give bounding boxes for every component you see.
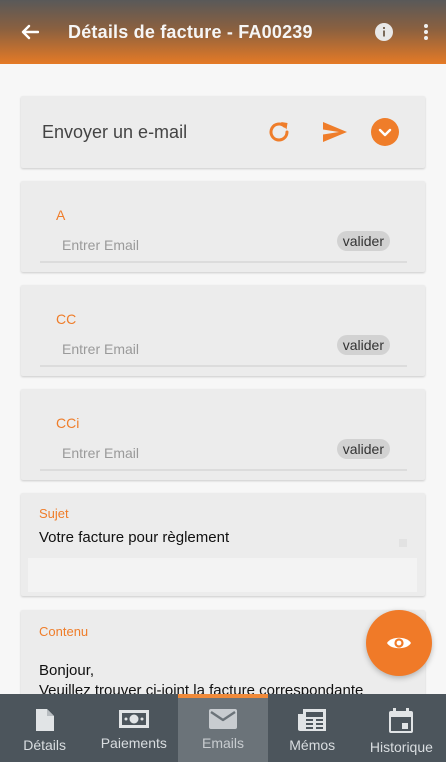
bcc-field-underline bbox=[40, 469, 407, 471]
preview-button[interactable] bbox=[366, 610, 432, 676]
back-button[interactable] bbox=[0, 0, 60, 64]
more-menu-button[interactable] bbox=[406, 0, 446, 64]
money-icon bbox=[118, 710, 149, 728]
cc-field-card: CC Entrer Email valider bbox=[21, 285, 425, 376]
body-text-line[interactable]: Veuillez trouver ci-joint la facture cor… bbox=[39, 682, 363, 694]
bcc-field-card: CCi Entrer Email valider bbox=[21, 389, 425, 480]
cc-field-underline bbox=[40, 365, 407, 367]
send-email-label: Envoyer un e-mail bbox=[42, 121, 188, 142]
bcc-validate-button[interactable]: valider bbox=[336, 439, 390, 459]
refresh-button[interactable] bbox=[259, 112, 299, 152]
nav-item-emails[interactable]: Emails bbox=[178, 694, 268, 762]
body-label: Contenu bbox=[39, 624, 89, 639]
chevron-down-circle-icon bbox=[371, 118, 399, 146]
bottom-navigation: Détails Paiements Emails Mémos Historiqu… bbox=[0, 694, 446, 762]
body-text-line[interactable]: Bonjour, bbox=[39, 662, 94, 679]
to-email-input[interactable]: Entrer Email bbox=[62, 237, 139, 253]
page-title: Détails de facture - FA00239 bbox=[68, 21, 313, 42]
to-field-underline bbox=[40, 261, 407, 263]
nav-label: Paiements bbox=[100, 735, 167, 751]
more-vertical-icon bbox=[424, 24, 428, 40]
to-validate-button[interactable]: valider bbox=[336, 231, 390, 251]
send-email-card: Envoyer un e-mail bbox=[21, 96, 425, 168]
nav-label: Détails bbox=[23, 737, 66, 753]
newspaper-icon bbox=[298, 709, 327, 731]
subject-label: Sujet bbox=[39, 506, 69, 521]
nav-item-memos[interactable]: Mémos bbox=[268, 694, 357, 762]
mail-icon bbox=[209, 709, 237, 729]
expand-button[interactable] bbox=[365, 112, 405, 152]
bcc-field-label: CCi bbox=[56, 415, 80, 431]
calendar-icon bbox=[389, 708, 414, 733]
cc-validate-button[interactable]: valider bbox=[336, 335, 390, 355]
nav-item-history[interactable]: Historique bbox=[357, 694, 446, 762]
info-button[interactable] bbox=[362, 0, 406, 64]
nav-label: Emails bbox=[202, 735, 245, 751]
send-button[interactable] bbox=[315, 112, 355, 152]
subject-attachment-area bbox=[28, 558, 417, 592]
document-icon bbox=[35, 709, 54, 731]
email-form[interactable]: Envoyer un e-mail A Entrer Email valider… bbox=[0, 64, 446, 694]
app-bar: Détails de facture - FA00239 bbox=[0, 0, 446, 64]
info-icon bbox=[375, 23, 393, 41]
nav-item-details[interactable]: Détails bbox=[0, 694, 89, 762]
arrow-left-icon bbox=[21, 24, 39, 40]
subject-resize-handle bbox=[399, 539, 407, 547]
subject-card: Sujet Votre facture pour règlement bbox=[21, 493, 425, 596]
nav-label: Mémos bbox=[289, 737, 336, 753]
to-field-label: A bbox=[56, 207, 66, 223]
refresh-icon bbox=[269, 122, 289, 142]
subject-input[interactable]: Votre facture pour règlement bbox=[39, 529, 229, 546]
body-card: Contenu Bonjour, Veuillez trouver ci-joi… bbox=[21, 610, 425, 694]
eye-icon bbox=[387, 637, 411, 649]
cc-field-label: CC bbox=[56, 311, 77, 327]
send-icon bbox=[323, 122, 347, 142]
bcc-email-input[interactable]: Entrer Email bbox=[62, 445, 139, 461]
nav-label: Historique bbox=[369, 739, 433, 755]
cc-email-input[interactable]: Entrer Email bbox=[62, 341, 139, 357]
nav-item-payments[interactable]: Paiements bbox=[89, 694, 178, 762]
to-field-card: A Entrer Email valider bbox=[21, 181, 425, 272]
